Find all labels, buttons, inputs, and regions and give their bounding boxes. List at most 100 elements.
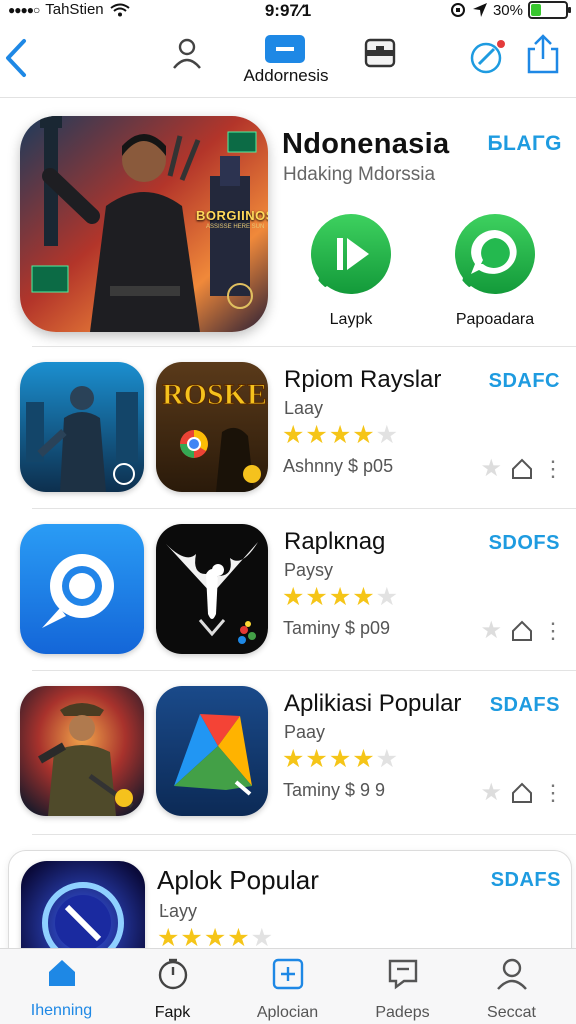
eagle-artwork — [156, 524, 268, 654]
featured-app-label: Laypk — [329, 311, 373, 328]
get-button[interactable]: SDAFS — [491, 869, 561, 892]
star-empty-icon: ★ — [375, 421, 400, 449]
featured-hero-image[interactable]: BORGIINOS ASSISSE HERE SUN — [20, 116, 268, 332]
app-title: Aplok Popular — [157, 865, 319, 895]
center-app-icon[interactable] — [264, 34, 306, 64]
star-icon: ★★★★ — [282, 583, 376, 611]
battery-fill — [531, 4, 542, 16]
star-rating: ★★★★★ — [282, 744, 399, 774]
play-store-artwork — [156, 686, 268, 816]
home-outline-icon[interactable] — [511, 782, 533, 804]
row-actions: ★ ⋮ — [480, 454, 564, 483]
bottom-tab-bar: Ihenning Fapk Aplocian Padeps Seccat — [0, 948, 576, 1024]
featured-app-papoadara[interactable]: Papoadara — [440, 212, 550, 329]
app-tile-eagle[interactable] — [156, 524, 268, 654]
featured-app-laypk[interactable]: Laypk — [296, 212, 406, 329]
divider — [32, 508, 576, 509]
favorite-star-icon[interactable]: ★ — [480, 454, 502, 483]
back-chevron-icon[interactable] — [4, 38, 28, 78]
app-price: Taminy $ 9 9 — [283, 780, 386, 800]
app-subtitle: Ŀayy — [159, 901, 198, 921]
app-tile-play[interactable] — [156, 686, 268, 816]
star-half-icon: ★ — [352, 421, 376, 449]
app-subtitle: Paay — [284, 722, 326, 742]
tab-home[interactable]: Ihenning — [4, 957, 119, 1020]
profile-icon[interactable] — [170, 36, 204, 70]
app-price: Taminy $ p09 — [283, 618, 391, 638]
person-icon — [496, 958, 527, 990]
tab-label: Ihenning — [30, 1002, 93, 1019]
star-rating: ★★★★★ — [282, 420, 399, 450]
hero-subtitle-text: ASSISSE HERE SUN — [206, 224, 265, 230]
home-icon — [48, 960, 75, 986]
battery-percent: 30% — [492, 1, 523, 19]
orientation-lock-icon — [450, 3, 465, 17]
tab-aplocian[interactable]: Aplocian — [230, 957, 345, 1022]
app-tile-roskea[interactable]: ROSKEA — [156, 362, 268, 492]
roskea-artwork: ROSKEA — [156, 362, 268, 492]
tab-label: Padeps — [375, 1004, 430, 1021]
get-button[interactable]: SDOFS — [489, 532, 560, 555]
star-icon: ★★★★ — [282, 745, 376, 773]
status-bar: ●●●●○ TahStien 9:97⁄1 30% — [0, 0, 576, 22]
play-icon — [311, 214, 391, 294]
app-subtitle: Laay — [284, 398, 324, 418]
star-rating: ★★★★★ — [282, 582, 399, 612]
app-row[interactable]: ROSKEA Rpiom Rayslar SDAFC Laay ★★★★★ As… — [20, 362, 576, 496]
top-nav-bar: Addornesis — [0, 24, 576, 98]
app-title: Rpiom Rayslar — [284, 366, 442, 393]
favorite-star-icon[interactable]: ★ — [480, 616, 502, 645]
tab-fapk[interactable]: Fapk — [115, 957, 230, 1022]
tab-label: Fapk — [154, 1004, 191, 1021]
divider — [32, 346, 576, 347]
row-actions: ★ ⋮ — [480, 616, 564, 645]
app-tile-soldier[interactable] — [20, 362, 144, 492]
more-options-icon[interactable]: ⋮ — [542, 619, 564, 642]
app-price: Ashnny $ p05 — [283, 456, 394, 476]
share-icon[interactable] — [526, 34, 560, 74]
soldier-artwork — [20, 362, 144, 492]
more-options-icon[interactable]: ⋮ — [542, 781, 564, 804]
divider — [32, 670, 576, 671]
search-app-artwork — [20, 524, 144, 654]
add-square-icon — [272, 958, 303, 990]
featured-subtitle: Hdaking Mdorssia — [283, 164, 436, 185]
get-button[interactable]: SDAFC — [489, 370, 560, 393]
briefcase-icon[interactable] — [364, 36, 396, 70]
tab-label: Seccat — [487, 1004, 536, 1021]
get-button[interactable]: SDAFS — [490, 694, 560, 717]
featured-app-label: Papoadara — [455, 311, 535, 328]
app-title: Raplκnag — [284, 528, 386, 555]
star-empty-icon: ★ — [375, 745, 400, 773]
row-actions: ★ ⋮ — [480, 778, 564, 807]
favorite-star-icon[interactable]: ★ — [480, 778, 502, 807]
app-row[interactable]: Raplκnag SDOFS Paysy ★★★★★ Taminy $ p09 … — [20, 524, 576, 658]
message-icon — [388, 959, 417, 990]
more-options-icon[interactable]: ⋮ — [542, 457, 564, 480]
featured-get-button[interactable]: БLAΓG — [487, 132, 562, 156]
edit-notification-icon[interactable] — [468, 38, 508, 74]
tab-padeps[interactable]: Padeps — [345, 957, 460, 1022]
home-outline-icon[interactable] — [511, 458, 533, 480]
status-right: 30% — [449, 1, 571, 19]
featured-title: Ndonenasia — [282, 128, 450, 160]
tab-label: Aplocian — [256, 1004, 319, 1021]
app-title: Aplikiasi Popular — [284, 690, 462, 717]
app-tile-warrior[interactable] — [20, 686, 144, 816]
app-row[interactable]: Aplikiasi Popular SDAFS Paay ★★★★★ Tamin… — [20, 686, 576, 820]
nav-title: Addornesis — [243, 66, 329, 85]
star-empty-icon: ★ — [375, 583, 400, 611]
app-tile-search[interactable] — [20, 524, 144, 654]
app-subtitle: Paysy — [284, 560, 334, 580]
location-arrow-icon — [472, 3, 487, 17]
hero-title-text: BORGIINOS — [196, 208, 268, 223]
featured-section: BORGIINOS ASSISSE HERE SUN Ndonenasia Hd… — [20, 116, 576, 346]
star-icon: ★★★ — [282, 421, 353, 449]
warrior-artwork — [20, 686, 144, 816]
divider — [32, 834, 576, 835]
home-outline-icon[interactable] — [511, 620, 533, 642]
battery-icon — [528, 1, 571, 19]
timer-icon — [158, 958, 187, 990]
tile-title-text: ROSKEA — [162, 378, 268, 411]
tab-seccat[interactable]: Seccat — [454, 957, 569, 1022]
